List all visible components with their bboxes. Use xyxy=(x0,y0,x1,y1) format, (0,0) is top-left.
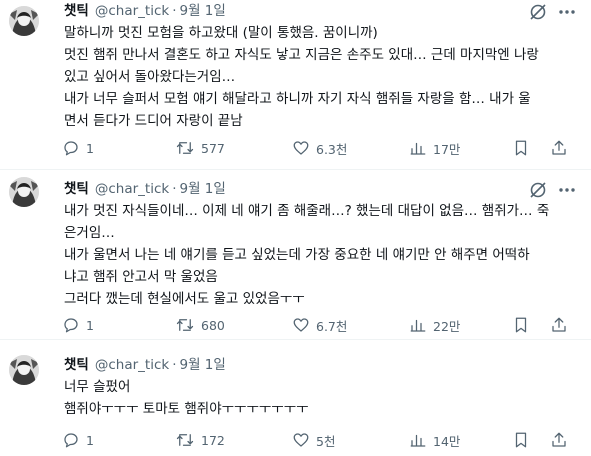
reply-icon xyxy=(64,141,78,156)
tweet-line: 있고 싶어서 돌아왔다는거임… xyxy=(64,69,236,85)
views-icon xyxy=(410,319,426,332)
bookmark-icon xyxy=(515,140,527,156)
views-button[interactable]: 22만 xyxy=(409,315,460,335)
display-name[interactable]: 챗틱 xyxy=(64,3,89,19)
tweet-line: 내가 울면서 나는 네 얘기를 듣고 싶었는데 가장 중요한 네 얘기만 안 해… xyxy=(64,247,530,263)
heart-icon xyxy=(293,433,309,447)
separator-dot: · xyxy=(172,181,177,197)
bookmark-button[interactable] xyxy=(512,315,536,335)
avatar[interactable] xyxy=(9,177,39,207)
views-button[interactable]: 17만 xyxy=(409,138,460,158)
retweet-count: 680 xyxy=(201,317,225,333)
tweet-line: 내가 너무 슬퍼서 모험 얘기 해달라고 하니까 자기 자식 햄쥐들 자랑을 함… xyxy=(64,91,531,107)
tweet-1[interactable]: 챗틱 @char_tick · 9월 1일 말하니까 멋진 모험을 하고왔대 (말이 … xyxy=(0,0,591,170)
grok-icon[interactable] xyxy=(528,180,548,200)
reply-button[interactable]: 1 xyxy=(62,138,94,158)
separator-dot: · xyxy=(172,3,177,19)
tweet-text: 말하니까 멋진 모험을 하고왔대 (말이 통했음. 꿈이니까) 멋진 햄쥐 만나… xyxy=(64,22,582,132)
like-button[interactable]: 6.3천 xyxy=(292,138,347,158)
separator-dot: · xyxy=(172,357,177,373)
share-button[interactable] xyxy=(550,315,574,335)
user-handle[interactable]: @char_tick xyxy=(95,357,169,373)
retweet-count: 577 xyxy=(201,140,225,156)
reply-icon xyxy=(64,433,78,448)
views-count: 14만 xyxy=(433,433,461,449)
like-count: 6.3천 xyxy=(316,141,348,157)
tweet-actions: 1 577 6.3천 17만 xyxy=(62,138,582,158)
reply-count: 1 xyxy=(86,140,94,156)
tweet-actions: 1 680 6.7천 22만 xyxy=(62,315,582,335)
like-count: 5천 xyxy=(316,433,336,449)
tweet-line: 면서 듣다가 드디어 자랑이 끝남 xyxy=(64,113,243,129)
share-icon xyxy=(552,432,566,447)
views-icon xyxy=(410,142,426,155)
views-button[interactable]: 14만 xyxy=(409,430,460,450)
avatar[interactable] xyxy=(9,6,39,36)
tweet-text: 너무 슬펐어 햄쥐야ㅜㅜㅜ 토마토 햄쥐야ㅜㅜㅜㅜㅜㅜㅜ xyxy=(64,376,582,420)
display-name[interactable]: 챗틱 xyxy=(64,357,89,373)
like-count: 6.7천 xyxy=(316,318,348,334)
tweet-line: 햄쥐야ㅜㅜㅜ 토마토 햄쥐야ㅜㅜㅜㅜㅜㅜㅜ xyxy=(64,401,309,417)
reply-button[interactable]: 1 xyxy=(62,430,94,450)
retweet-icon xyxy=(176,142,194,154)
retweet-count: 172 xyxy=(201,432,225,448)
more-icon[interactable] xyxy=(556,2,578,22)
tweet-line: 내가 멋진 자식들이네… 이제 네 얘기 좀 해줄래…? 했는데 대답이 없음…… xyxy=(64,203,550,219)
tweet-header: 챗틱 @char_tick · 9월 1일 xyxy=(64,181,226,197)
views-count: 22만 xyxy=(433,318,461,334)
reply-icon xyxy=(64,318,78,333)
share-button[interactable] xyxy=(550,138,574,158)
user-handle[interactable]: @char_tick xyxy=(95,3,169,19)
more-icon[interactable] xyxy=(556,180,578,200)
bookmark-button[interactable] xyxy=(512,138,536,158)
retweet-icon xyxy=(176,434,194,446)
tweet-date[interactable]: 9월 1일 xyxy=(179,357,225,373)
tweet-header: 챗틱 @char_tick · 9월 1일 xyxy=(64,3,226,19)
heart-icon xyxy=(293,141,309,155)
retweet-button[interactable]: 172 xyxy=(175,430,225,450)
avatar[interactable] xyxy=(9,355,39,385)
bookmark-button[interactable] xyxy=(512,430,536,450)
tweet-date[interactable]: 9월 1일 xyxy=(179,181,225,197)
tweet-date[interactable]: 9월 1일 xyxy=(179,3,225,19)
tweet-header: 챗틱 @char_tick · 9월 1일 xyxy=(64,357,226,373)
grok-icon[interactable] xyxy=(528,2,548,22)
tweet-line: 냐고 햄쥐 안고서 막 울었음 xyxy=(64,269,218,285)
tweet-2[interactable]: 챗틱 @char_tick · 9월 1일 내가 멋진 자식들이네… 이제 네 얘기 … xyxy=(0,170,591,340)
tweet-actions: 1 172 5천 14만 xyxy=(62,430,582,450)
share-icon xyxy=(552,140,566,155)
like-button[interactable]: 6.7천 xyxy=(292,315,347,335)
share-icon xyxy=(552,317,566,332)
retweet-button[interactable]: 577 xyxy=(175,138,225,158)
reply-count: 1 xyxy=(86,317,94,333)
share-button[interactable] xyxy=(550,430,574,450)
bookmark-icon xyxy=(515,317,527,333)
tweet-line: 말하니까 멋진 모험을 하고왔대 (말이 통했음. 꿈이니까) xyxy=(64,25,378,41)
tweet-3[interactable]: 챗틱 @char_tick · 9월 1일 너무 슬펐어 햄쥐야ㅜㅜㅜ 토마토 햄쥐야… xyxy=(0,340,591,456)
tweet-text: 내가 멋진 자식들이네… 이제 네 얘기 좀 해줄래…? 했는데 대답이 없음…… xyxy=(64,200,582,310)
tweet-line: 멋진 햄쥐 만나서 결혼도 하고 자식도 낳고 지금은 손주도 있대… 근데 마… xyxy=(64,47,539,63)
tweet-line: 너무 슬펐어 xyxy=(64,379,131,395)
views-icon xyxy=(410,434,426,447)
retweet-button[interactable]: 680 xyxy=(175,315,225,335)
display-name[interactable]: 챗틱 xyxy=(64,181,89,197)
like-button[interactable]: 5천 xyxy=(292,430,335,450)
views-count: 17만 xyxy=(433,141,461,157)
retweet-icon xyxy=(176,319,194,331)
user-handle[interactable]: @char_tick xyxy=(95,181,169,197)
bookmark-icon xyxy=(515,432,527,448)
tweet-line: 은거임… xyxy=(64,225,115,241)
tweet-line: 그러다 깼는데 현실에서도 울고 있었음ㅜㅜ xyxy=(64,291,305,307)
reply-button[interactable]: 1 xyxy=(62,315,94,335)
reply-count: 1 xyxy=(86,432,94,448)
heart-icon xyxy=(293,318,309,332)
